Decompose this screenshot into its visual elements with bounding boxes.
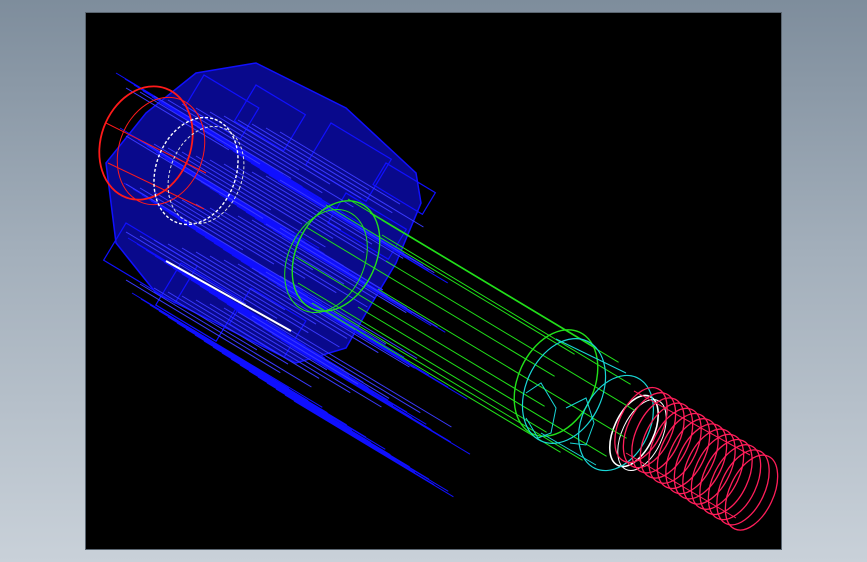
wireframe-gear-shaft-model xyxy=(98,62,779,531)
thread-coil xyxy=(707,444,762,521)
gear-hatch-line xyxy=(221,352,372,444)
gear-hatch-line xyxy=(257,376,449,492)
shaft-collar xyxy=(521,338,654,472)
gear-hatch-line xyxy=(284,394,435,486)
gear-hatch-line xyxy=(293,400,454,498)
thread-coil xyxy=(682,428,736,505)
thread-coil xyxy=(716,449,770,526)
thread-coil xyxy=(690,433,745,510)
collar-edge xyxy=(555,338,627,374)
gear-body xyxy=(102,62,471,498)
gear-hub-outline xyxy=(105,62,422,364)
gear-hatch-line xyxy=(289,345,471,455)
thread-coil xyxy=(673,423,728,500)
gear-hatch-line xyxy=(248,370,430,480)
app-background xyxy=(0,0,867,562)
gear-hatch-line xyxy=(239,364,410,468)
thread-coil xyxy=(699,438,753,516)
collar-edge xyxy=(540,432,597,466)
thread-coil xyxy=(631,397,685,474)
cad-viewport[interactable] xyxy=(86,13,781,549)
shaft-mid-ellipse xyxy=(513,329,599,437)
gear-hatch-line xyxy=(275,388,416,473)
shaft-line xyxy=(385,260,635,411)
